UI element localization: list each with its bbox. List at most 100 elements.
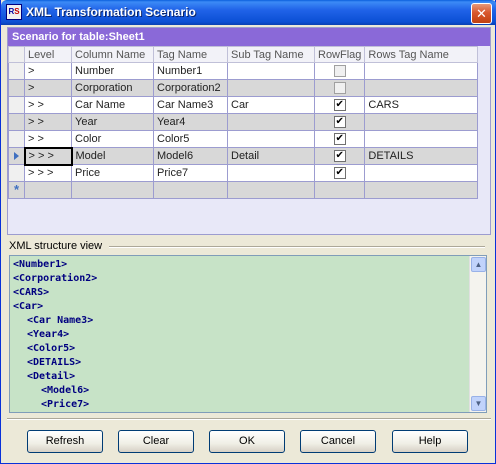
title-bar[interactable]: RS XML Transformation Scenario ✕: [1, 0, 496, 25]
column-header-tag-name[interactable]: Tag Name: [153, 46, 228, 63]
tag-name-cell[interactable]: Color5: [153, 130, 228, 148]
level-cell[interactable]: > >: [24, 96, 72, 114]
grid-header-row: Level Column Name Tag Name Sub Tag Name …: [8, 46, 479, 63]
table-row[interactable]: > > Color Color5 ✔: [8, 130, 479, 148]
column-header-sub-tag-name[interactable]: Sub Tag Name: [227, 46, 315, 63]
tag-name-cell[interactable]: Number1: [153, 62, 228, 80]
sub-tag-name-cell[interactable]: Detail: [227, 147, 315, 165]
scroll-up-arrow-icon[interactable]: ▲: [471, 257, 486, 272]
rows-tag-name-cell[interactable]: CARS: [364, 96, 479, 114]
unchecked-checkbox[interactable]: [333, 65, 346, 78]
row-flag-cell[interactable]: ✔: [313, 147, 366, 165]
xml-line: <Detail>: [27, 371, 76, 382]
app-window: RS XML Transformation Scenario ✕ Scenari…: [0, 0, 496, 464]
column-header-row-flag[interactable]: RowFlag: [313, 46, 366, 63]
xml-vertical-scrollbar[interactable]: ▲ ▼: [469, 256, 486, 412]
table-row[interactable]: > > Car Name Car Name3 Car ✔ CARS: [8, 96, 479, 114]
xml-line: <CARS>: [13, 287, 50, 298]
row-selector[interactable]: [8, 147, 25, 165]
tag-name-cell[interactable]: Model6: [153, 147, 228, 165]
tag-name-cell[interactable]: Price7: [153, 164, 228, 182]
column-name-cell[interactable]: Corporation: [71, 79, 154, 97]
column-header-rows-tag-name[interactable]: Rows Tag Name: [364, 46, 479, 63]
help-button[interactable]: Help: [392, 430, 468, 453]
column-name-cell[interactable]: Color: [71, 130, 154, 148]
checked-checkbox[interactable]: ✔: [333, 116, 346, 129]
xml-line: <Price7>: [41, 399, 90, 410]
level-cell[interactable]: > >: [24, 113, 72, 131]
row-selector[interactable]: [8, 79, 25, 97]
xml-structure-view[interactable]: <Number1> <Corporation2> <CARS> <Car> <Car N…: [9, 255, 487, 413]
rows-tag-name-cell[interactable]: [364, 62, 479, 80]
new-row-cell[interactable]: [227, 181, 315, 199]
refresh-button[interactable]: Refresh: [27, 430, 103, 453]
row-flag-cell[interactable]: ✔: [313, 113, 366, 131]
row-header-corner: [8, 46, 25, 63]
table-row[interactable]: > Number Number1: [8, 62, 479, 80]
new-row-cell[interactable]: [364, 181, 479, 199]
level-cell[interactable]: > >: [24, 130, 72, 148]
level-cell[interactable]: > > >: [23, 146, 73, 166]
rows-tag-name-cell[interactable]: DETAILS: [364, 147, 479, 165]
tag-name-cell[interactable]: Year4: [153, 113, 228, 131]
row-selector[interactable]: [8, 62, 25, 80]
row-flag-cell[interactable]: [313, 79, 366, 97]
row-selector[interactable]: [8, 130, 25, 148]
row-flag-cell[interactable]: [313, 62, 366, 80]
new-row[interactable]: *: [8, 181, 479, 199]
checked-checkbox[interactable]: ✔: [333, 150, 346, 163]
tag-name-cell[interactable]: Car Name3: [153, 96, 228, 114]
ok-button[interactable]: OK: [209, 430, 285, 453]
column-name-cell[interactable]: Price: [71, 164, 154, 182]
new-row-cell[interactable]: [153, 181, 228, 199]
new-row-cell[interactable]: [71, 181, 154, 199]
xml-label-divider: [109, 246, 485, 248]
xml-structure-label: XML structure view: [9, 240, 103, 252]
column-name-cell[interactable]: Car Name: [71, 96, 154, 114]
scenario-header: Scenario for table:Sheet1: [8, 28, 490, 46]
sub-tag-name-cell[interactable]: Car: [227, 96, 315, 114]
xml-line: <Car>: [13, 301, 44, 312]
table-row[interactable]: > > > Model Model6 Detail ✔ DETAILS: [8, 146, 479, 166]
sub-tag-name-cell[interactable]: [227, 113, 315, 131]
sub-tag-name-cell[interactable]: [227, 62, 315, 80]
table-row[interactable]: > > > Price Price7 ✔: [8, 164, 479, 182]
rows-tag-name-cell[interactable]: [364, 164, 479, 182]
sub-tag-name-cell[interactable]: [227, 164, 315, 182]
column-name-cell[interactable]: Number: [71, 62, 154, 80]
sub-tag-name-cell[interactable]: [227, 130, 315, 148]
column-name-cell[interactable]: Model: [71, 147, 154, 165]
sub-tag-name-cell[interactable]: [227, 79, 315, 97]
scroll-down-arrow-icon[interactable]: ▼: [471, 396, 486, 411]
checked-checkbox[interactable]: ✔: [333, 99, 346, 112]
close-button[interactable]: ✕: [471, 3, 492, 24]
level-cell[interactable]: >: [24, 62, 72, 80]
row-selector[interactable]: [8, 164, 25, 182]
column-header-column-name[interactable]: Column Name: [71, 46, 154, 63]
table-row[interactable]: > Corporation Corporation2: [8, 79, 479, 97]
table-row[interactable]: > > Year Year4 ✔: [8, 113, 479, 131]
new-row-selector[interactable]: *: [8, 181, 25, 199]
checked-checkbox[interactable]: ✔: [333, 133, 346, 146]
xml-line: <Year4>: [27, 329, 70, 340]
row-flag-cell[interactable]: ✔: [313, 96, 366, 114]
row-flag-cell[interactable]: ✔: [313, 164, 366, 182]
checked-checkbox[interactable]: ✔: [333, 167, 346, 180]
row-flag-cell[interactable]: ✔: [313, 130, 366, 148]
level-cell[interactable]: >: [24, 79, 72, 97]
column-name-cell[interactable]: Year: [71, 113, 154, 131]
level-cell[interactable]: > > >: [24, 164, 72, 182]
column-header-level[interactable]: Level: [24, 46, 72, 63]
new-row-cell[interactable]: [24, 181, 72, 199]
tag-name-cell[interactable]: Corporation2: [153, 79, 228, 97]
clear-button[interactable]: Clear: [118, 430, 194, 453]
button-divider: [7, 418, 491, 420]
row-selector[interactable]: [8, 113, 25, 131]
rows-tag-name-cell[interactable]: [364, 130, 479, 148]
row-selector[interactable]: [8, 96, 25, 114]
cancel-button[interactable]: Cancel: [300, 430, 376, 453]
rows-tag-name-cell[interactable]: [364, 113, 479, 131]
rows-tag-name-cell[interactable]: [364, 79, 479, 97]
unchecked-checkbox[interactable]: [333, 82, 346, 95]
new-row-cell[interactable]: [313, 181, 366, 199]
